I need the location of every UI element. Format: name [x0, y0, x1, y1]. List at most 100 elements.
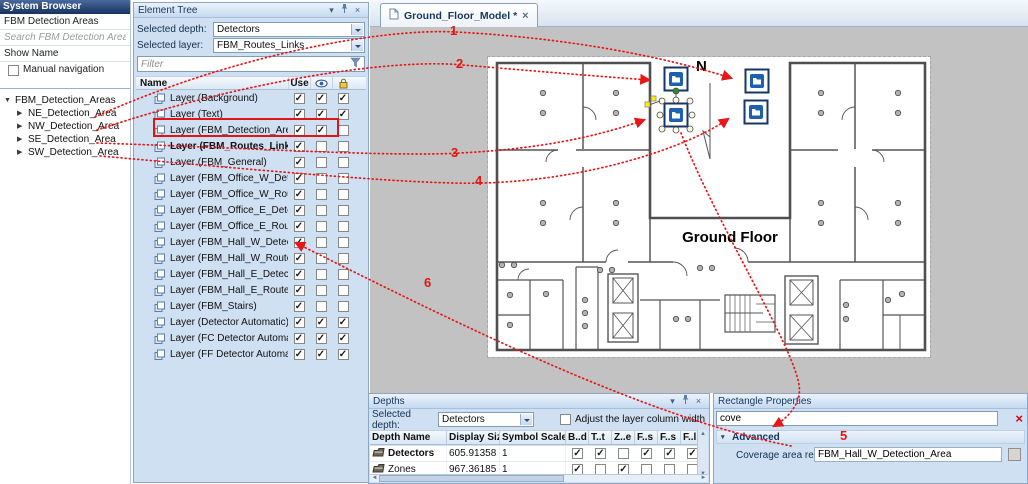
layer-row[interactable]: Layer (FBM_Office_W_Route_01)✓	[136, 186, 366, 202]
layer-visible-checkbox[interactable]	[316, 221, 327, 232]
coverage-area-input[interactable]	[814, 447, 1002, 462]
layer-visible-checkbox[interactable]	[316, 237, 327, 248]
depths-vertical-scrollbar[interactable]: ▲ ▼	[697, 430, 708, 478]
layer-locked-checkbox[interactable]	[338, 269, 349, 280]
tree-item-ne_detection_area[interactable]: ▶NE_Detection_Area	[4, 107, 130, 120]
layer-locked-checkbox[interactable]: ✓	[338, 333, 349, 344]
expand-icon[interactable]: ▶	[17, 146, 25, 159]
layer-visible-checkbox[interactable]	[316, 253, 327, 264]
layer-row[interactable]: Layer (FBM_Hall_E_Detection_Area)✓	[136, 266, 366, 282]
layer-use[interactable]: ✓	[294, 157, 305, 168]
depths-depth-combobox[interactable]: Detectors	[438, 412, 534, 427]
properties-filter-input[interactable]	[716, 411, 998, 426]
depth-checkbox[interactable]: ✓	[641, 448, 652, 459]
layer-row[interactable]: Layer (FC Detector Automatic)✓✓✓	[136, 330, 366, 346]
layer-locked-checkbox[interactable]	[338, 237, 349, 248]
depths-column-header[interactable]: B..d	[566, 431, 589, 444]
scroll-right-icon[interactable]: ►	[699, 475, 708, 482]
layer-locked-checkbox[interactable]	[338, 157, 349, 168]
layer-visible-checkbox[interactable]: ✓	[316, 125, 327, 136]
scroll-left-icon[interactable]: ◄	[370, 475, 379, 482]
layer-visible-checkbox[interactable]	[316, 189, 327, 200]
expand-icon[interactable]: ▶	[17, 120, 25, 133]
selected-layer-combobox[interactable]: FBM_Routes_Links	[213, 38, 365, 53]
layer-visible-checkbox[interactable]	[316, 173, 327, 184]
layer-use[interactable]: ✓	[294, 189, 305, 200]
layer-use[interactable]: ✓	[294, 205, 305, 216]
depths-column-header[interactable]: F..s	[658, 431, 681, 444]
selected-depth-combobox[interactable]: Detectors	[213, 22, 365, 37]
adjust-column-width-checkbox[interactable]	[560, 414, 571, 425]
show-name-item[interactable]: Show Name	[0, 46, 130, 62]
layer-locked-checkbox[interactable]: ✓	[338, 109, 349, 120]
layer-locked-checkbox[interactable]	[338, 301, 349, 312]
depths-row[interactable]: Detectors605.913581✓✓✓✓✓	[370, 446, 699, 462]
menu-icon[interactable]: ▾	[666, 395, 679, 408]
layer-locked-checkbox[interactable]	[338, 125, 349, 136]
depth-checkbox[interactable]: ✓	[664, 448, 675, 459]
expand-icon[interactable]: ▼	[4, 94, 12, 107]
depth-checkbox[interactable]	[618, 448, 629, 459]
layer-use[interactable]: ✓	[294, 125, 305, 136]
layer-row[interactable]: Layer (FBM_Stairs)✓	[136, 298, 366, 314]
layer-locked-checkbox[interactable]: ✓	[338, 93, 349, 104]
expand-icon[interactable]: ▶	[17, 133, 25, 146]
layer-visible-checkbox[interactable]: ✓	[316, 333, 327, 344]
scrollbar-thumb[interactable]	[379, 475, 564, 482]
layer-visible-checkbox[interactable]	[316, 141, 327, 152]
close-icon[interactable]: ×	[692, 395, 705, 408]
tree-item-nw_detection_area[interactable]: ▶NW_Detection_Area	[4, 120, 130, 133]
layer-use[interactable]: ✓	[294, 317, 305, 328]
link-symbol-nw[interactable]	[665, 68, 688, 91]
layer-use[interactable]: ✓	[294, 93, 305, 104]
layer-row[interactable]: Layer (FBM_Office_E_Route_01)✓	[136, 218, 366, 234]
close-icon[interactable]: ×	[351, 4, 364, 17]
layer-use[interactable]: ✓	[294, 301, 305, 312]
layer-row[interactable]: Layer (FF Detector Automatic)✓✓✓	[136, 346, 366, 362]
layer-row[interactable]: Layer (FBM_General)✓	[136, 154, 366, 170]
layer-visible-checkbox[interactable]	[316, 269, 327, 280]
layer-row[interactable]: Layer (FBM_Hall_W_Detection_Area)✓	[136, 234, 366, 250]
lock-icon[interactable]	[332, 77, 354, 89]
layer-use[interactable]: ✓	[294, 109, 305, 120]
layer-visible-checkbox[interactable]: ✓	[316, 349, 327, 360]
layer-row[interactable]: Layer (FBM_Office_E_Detection_Area)✓	[136, 202, 366, 218]
layer-row[interactable]: Layer (Background)✓✓✓	[136, 90, 366, 106]
depths-column-header[interactable]: Z..e	[612, 431, 635, 444]
manual-navigation-checkbox[interactable]	[8, 65, 19, 76]
display-size-cell[interactable]: 605.91358	[447, 446, 500, 461]
layer-row[interactable]: Layer (FBM_Office_W_Detection_Area)✓	[136, 170, 366, 186]
layer-locked-checkbox[interactable]	[338, 253, 349, 264]
layer-locked-checkbox[interactable]	[338, 221, 349, 232]
tree-item-se_detection_area[interactable]: ▶SE_Detection_Area	[4, 133, 130, 146]
layer-use[interactable]: ✓	[294, 141, 305, 152]
layer-row[interactable]: Layer (FBM_Hall_W_Route_01)✓	[136, 250, 366, 266]
filter-input[interactable]	[141, 59, 350, 70]
chevron-down-icon[interactable]	[351, 24, 363, 35]
layer-visible-checkbox[interactable]: ✓	[316, 317, 327, 328]
layer-use[interactable]: ✓	[294, 333, 305, 344]
clear-filter-icon[interactable]: ×	[1015, 411, 1023, 426]
layer-use[interactable]: ✓	[294, 221, 305, 232]
chevron-down-icon[interactable]	[351, 40, 363, 51]
sidebar-search-input[interactable]	[4, 31, 126, 45]
layer-use[interactable]: ✓	[294, 237, 305, 248]
layer-visible-checkbox[interactable]	[316, 205, 327, 216]
depths-horizontal-scrollbar[interactable]: ◄ ►	[370, 474, 708, 482]
layer-locked-checkbox[interactable]	[338, 205, 349, 216]
layer-visible-checkbox[interactable]	[316, 157, 327, 168]
layer-visible-checkbox[interactable]: ✓	[316, 93, 327, 104]
depths-column-header[interactable]: F..s	[635, 431, 658, 444]
layer-use[interactable]: ✓	[294, 349, 305, 360]
depths-column-header[interactable]: Display Size	[447, 431, 500, 444]
layer-locked-checkbox[interactable]	[338, 141, 349, 152]
layer-row[interactable]: Layer (FBM_Routes_Links)✓	[136, 138, 366, 154]
eye-icon[interactable]	[310, 77, 332, 89]
layer-visible-checkbox[interactable]	[316, 285, 327, 296]
layer-locked-checkbox[interactable]: ✓	[338, 349, 349, 360]
link-symbol-ne[interactable]	[746, 70, 769, 93]
layer-visible-checkbox[interactable]: ✓	[316, 109, 327, 120]
layer-locked-checkbox[interactable]	[338, 173, 349, 184]
scale-factor-cell[interactable]: 1	[500, 446, 566, 461]
link-symbol-selected[interactable]	[665, 104, 688, 127]
